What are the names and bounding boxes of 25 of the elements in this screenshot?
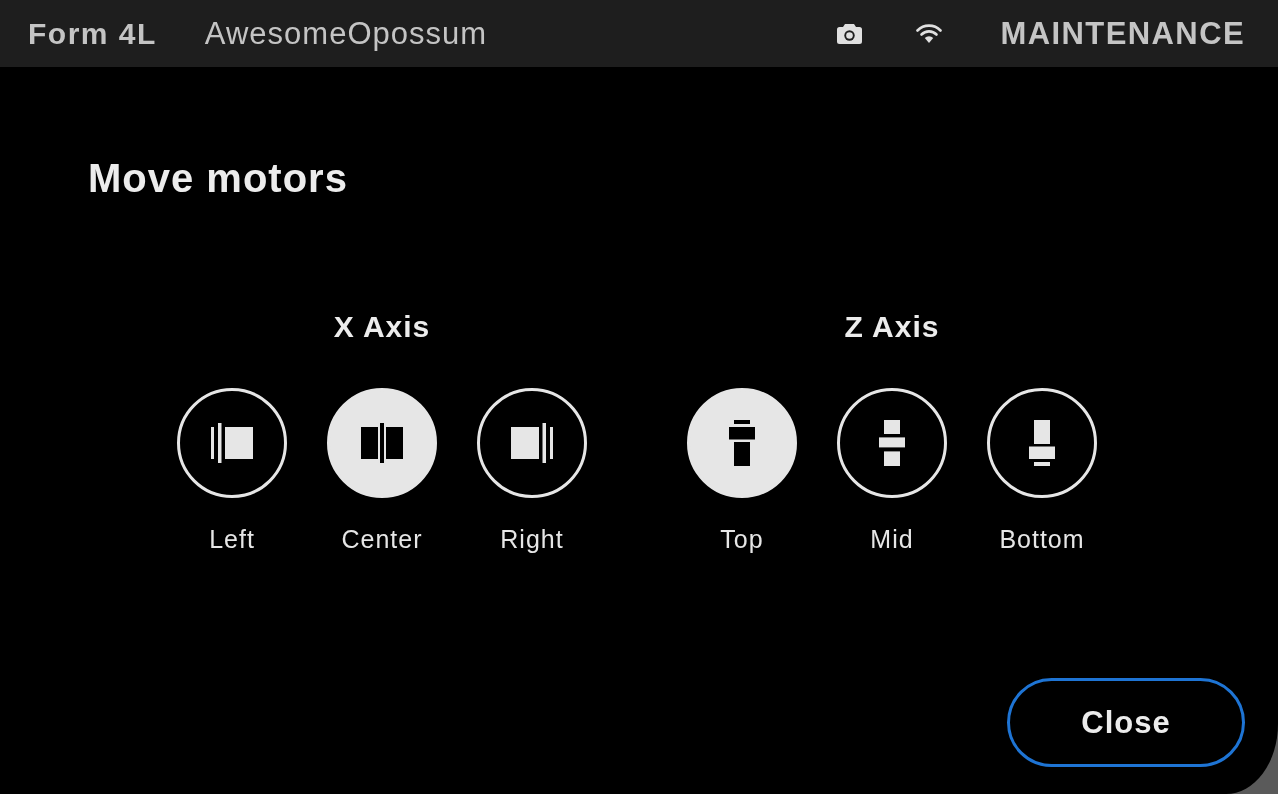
- position-button[interactable]: [477, 388, 587, 498]
- axis-title: X Axis: [333, 309, 431, 345]
- page-title: Move motors: [88, 155, 348, 201]
- position-button[interactable]: [177, 388, 287, 498]
- camera-icon[interactable]: [836, 23, 862, 44]
- align-bottom-icon: [1029, 420, 1055, 466]
- position-label: Top: [720, 524, 764, 554]
- position-label: Bottom: [999, 524, 1085, 554]
- wifi-icon: [915, 24, 942, 43]
- mode-label: MAINTENANCE: [1000, 15, 1245, 52]
- align-left-icon: [211, 423, 253, 463]
- printer-model: Form 4L: [28, 16, 157, 51]
- align-center-icon: [361, 423, 403, 463]
- align-top-icon: [729, 420, 755, 466]
- align-right-icon: [511, 423, 553, 463]
- close-button[interactable]: Close: [1007, 678, 1245, 767]
- position-label: Center: [341, 524, 423, 554]
- position-label: Right: [500, 524, 564, 554]
- position-label: Mid: [870, 524, 914, 554]
- position-label: Left: [209, 524, 255, 554]
- axis-title: Z Axis: [844, 309, 940, 345]
- position-button[interactable]: [837, 388, 947, 498]
- align-middle-icon: [879, 420, 905, 466]
- position-button[interactable]: [987, 388, 1097, 498]
- printer-name: AwesomeOpossum: [204, 15, 488, 52]
